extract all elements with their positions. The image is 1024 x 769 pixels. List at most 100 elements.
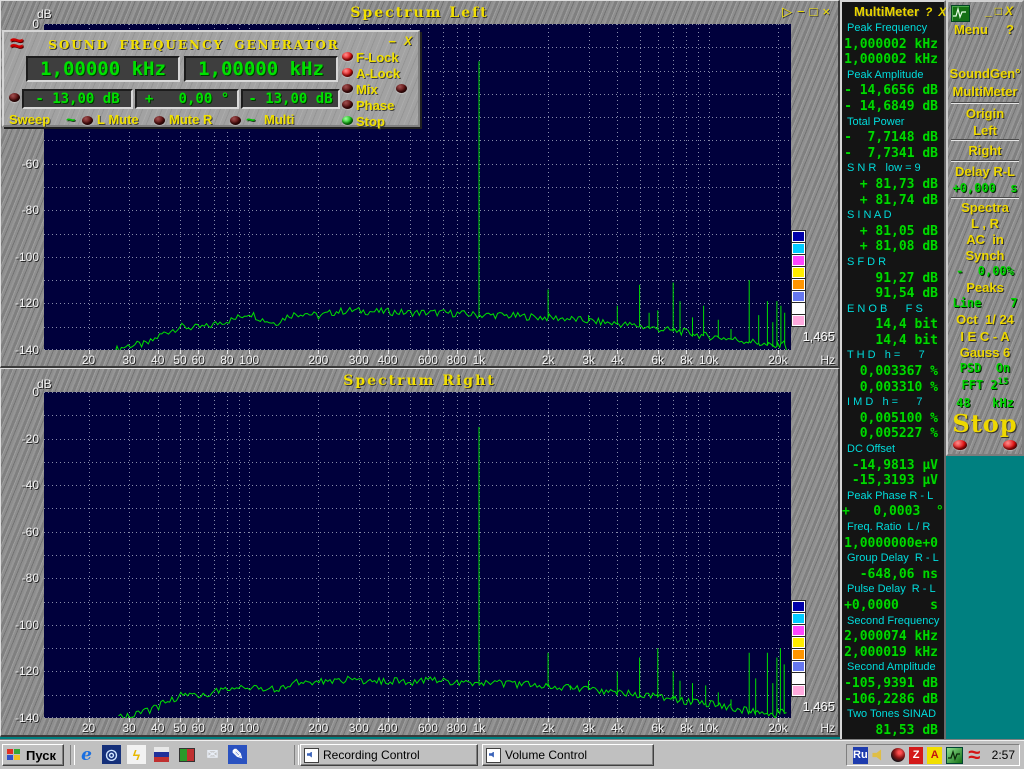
alock-label: A-Lock bbox=[356, 66, 400, 81]
palette-swatch[interactable] bbox=[792, 673, 805, 684]
status-led-right[interactable] bbox=[1003, 440, 1017, 450]
y-tick-label: 0 bbox=[1, 17, 39, 31]
x-tick-label: 20 bbox=[67, 721, 111, 735]
y-tick-label: -60 bbox=[1, 157, 39, 171]
x-tick-mark bbox=[359, 350, 360, 354]
palette-swatch[interactable] bbox=[792, 291, 805, 302]
control-item-soundgen[interactable]: SoundGen° bbox=[948, 66, 1022, 81]
control-item-multimeter[interactable]: MultiMeter bbox=[948, 84, 1022, 99]
dialog-title[interactable]: SOUND FREQUENCY GENERATOR bbox=[44, 38, 344, 52]
control-item-ac-in[interactable]: AC in bbox=[948, 232, 1022, 247]
control-item-delay-r-l[interactable]: Delay R-L bbox=[948, 164, 1022, 179]
multimeter-titlebar[interactable]: MultiMeter ? X bbox=[842, 2, 944, 21]
maximize-icon[interactable]: □ bbox=[810, 4, 818, 19]
floppy-disk-icon[interactable] bbox=[154, 747, 169, 762]
close-icon[interactable]: X bbox=[404, 34, 412, 48]
flock-led[interactable] bbox=[342, 52, 353, 61]
palette-swatch[interactable] bbox=[792, 649, 805, 660]
palette-swatch[interactable] bbox=[792, 625, 805, 636]
task-button-volume-control[interactable]: Volume Control bbox=[482, 744, 654, 766]
control-item-origin[interactable]: Origin bbox=[948, 106, 1022, 121]
mix-led[interactable] bbox=[342, 84, 353, 93]
x-tick-label: 200 bbox=[296, 353, 340, 367]
help-icon[interactable]: ? bbox=[1006, 22, 1014, 37]
magnifier-icon[interactable]: ◎ bbox=[102, 745, 121, 764]
stop-led[interactable] bbox=[342, 116, 353, 125]
palette-swatch[interactable] bbox=[792, 303, 805, 314]
amplitude-display-left[interactable]: - 13,00 dB bbox=[22, 89, 133, 109]
control-item-psd-on[interactable]: PSD On bbox=[948, 361, 1022, 375]
control-item-spectra[interactable]: Spectra bbox=[948, 200, 1022, 215]
control-item-synch[interactable]: Synch bbox=[948, 248, 1022, 263]
phase-led[interactable] bbox=[342, 100, 353, 109]
analyzer-tray-icon[interactable] bbox=[946, 747, 963, 764]
alock-led[interactable] bbox=[342, 68, 353, 77]
help-icon[interactable]: ? bbox=[925, 5, 932, 19]
control-item-line-7[interactable]: Line 7 bbox=[948, 296, 1022, 310]
palette-swatch[interactable] bbox=[792, 279, 805, 290]
palette-swatch[interactable] bbox=[792, 685, 805, 696]
task-button-recording-control[interactable]: Recording Control bbox=[300, 744, 478, 766]
taskbar-clock[interactable]: 2:57 bbox=[992, 748, 1015, 762]
control-item-gauss-6[interactable]: Gauss 6 bbox=[948, 345, 1022, 360]
control-item-peaks[interactable]: Peaks bbox=[948, 280, 1022, 295]
mix-right-led[interactable] bbox=[396, 84, 407, 93]
play-icon[interactable]: ▷ bbox=[782, 4, 792, 19]
amplitude-display-right[interactable]: - 13,00 dB bbox=[241, 89, 340, 109]
sine-wave-icon[interactable]: ~ bbox=[66, 116, 75, 126]
palette-swatch[interactable] bbox=[792, 315, 805, 326]
control-item-fft-2[interactable]: FFT 215 bbox=[948, 377, 1022, 392]
notes-icon[interactable]: ✎ bbox=[228, 745, 247, 764]
control-item-l-r[interactable]: L , R bbox=[948, 216, 1022, 231]
close-icon[interactable]: X bbox=[1005, 4, 1016, 18]
mail-icon[interactable]: ✉ bbox=[203, 745, 222, 764]
menu-button[interactable]: Menu bbox=[954, 22, 988, 37]
frequency-display-left[interactable]: 1,00000 kHz bbox=[26, 56, 180, 82]
palette-swatch[interactable] bbox=[792, 613, 805, 624]
y-tick-label: -100 bbox=[1, 618, 39, 632]
control-item-right[interactable]: Right bbox=[948, 143, 1022, 158]
frequency-display-right[interactable]: 1,00000 kHz bbox=[184, 56, 338, 82]
maximize-icon[interactable]: □ bbox=[995, 4, 1005, 18]
status-led-left[interactable] bbox=[953, 440, 967, 450]
control-item-i-e-c-a[interactable]: I E C - A bbox=[948, 329, 1022, 344]
control-item-0-00[interactable]: - 0,00% bbox=[948, 264, 1022, 278]
tools-icon[interactable] bbox=[179, 748, 195, 762]
palette-swatch[interactable] bbox=[792, 267, 805, 278]
window-title[interactable]: Spectrum Left bbox=[1, 5, 838, 21]
sine-wave-icon[interactable]: ~ bbox=[246, 116, 255, 126]
minimize-icon[interactable]: − bbox=[388, 34, 396, 49]
palette-swatch[interactable] bbox=[792, 601, 805, 612]
close-icon[interactable]: × bbox=[822, 4, 830, 19]
minimize-icon[interactable]: _ bbox=[985, 4, 995, 18]
window-title[interactable]: Spectrum Right bbox=[1, 373, 838, 389]
palette-swatch[interactable] bbox=[792, 243, 805, 254]
amplitude-led[interactable] bbox=[9, 93, 20, 102]
mute-led[interactable] bbox=[154, 116, 165, 125]
palette-swatch[interactable] bbox=[792, 255, 805, 266]
x-tick-mark bbox=[89, 350, 90, 354]
spectrum-plot[interactable] bbox=[44, 392, 791, 718]
internet-explorer-icon[interactable]: e bbox=[77, 745, 96, 764]
minimize-icon[interactable]: − bbox=[797, 4, 805, 19]
right-mute-led[interactable] bbox=[230, 116, 241, 125]
palette-swatch[interactable] bbox=[792, 661, 805, 672]
left-mute-led[interactable] bbox=[82, 116, 93, 125]
palette-swatch[interactable] bbox=[792, 231, 805, 242]
palette-swatch[interactable] bbox=[792, 637, 805, 648]
control-item-left[interactable]: Left bbox=[948, 123, 1022, 138]
zonealarm-z-icon[interactable]: Z bbox=[909, 747, 924, 764]
zonealarm-a-icon[interactable]: A bbox=[927, 747, 942, 764]
generator-tray-icon[interactable]: ≈ bbox=[967, 747, 982, 764]
control-item-48-khz[interactable]: 48 kHz bbox=[948, 396, 1022, 410]
control-item-0-000-s[interactable]: +0,000 s bbox=[948, 181, 1022, 195]
keyboard-layout-indicator[interactable]: Ru bbox=[853, 747, 868, 764]
control-item-oct-1-24[interactable]: Oct 1/ 24 bbox=[948, 312, 1022, 327]
lightning-icon[interactable]: ϟ bbox=[127, 745, 146, 764]
phase-display[interactable]: + 0,00 ° bbox=[135, 89, 239, 109]
volume-speaker-icon[interactable] bbox=[872, 747, 887, 764]
start-button[interactable]: Пуск bbox=[2, 744, 64, 766]
control-item-stop[interactable]: Stop bbox=[948, 409, 1022, 438]
separator bbox=[951, 139, 1019, 141]
antivirus-icon[interactable] bbox=[890, 747, 905, 764]
